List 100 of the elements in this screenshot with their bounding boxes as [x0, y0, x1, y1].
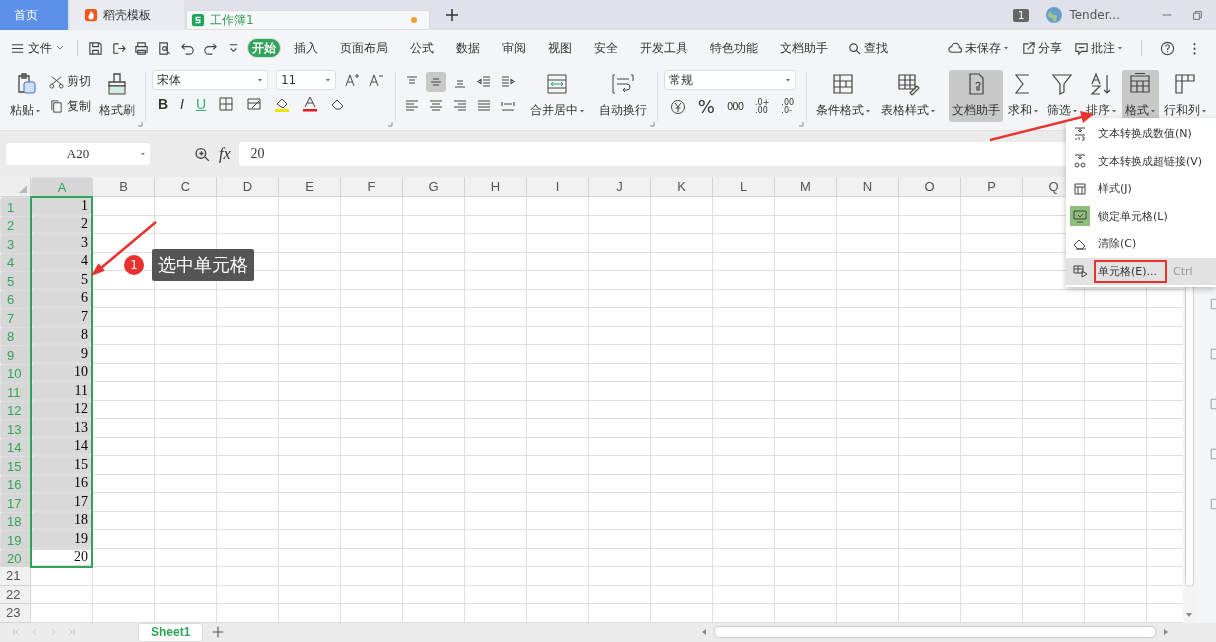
search-label[interactable]: 查找	[864, 39, 888, 57]
dialog-launcher-icon[interactable]	[798, 121, 804, 127]
toolbar-action[interactable]: 未保存	[948, 39, 1009, 57]
file-menu[interactable]: 文件	[10, 39, 65, 57]
ribbon-tab[interactable]: 插入	[285, 37, 327, 59]
decimal-button[interactable]: .0+ .00	[755, 98, 770, 115]
panel-tool-icon[interactable]	[1208, 297, 1216, 311]
window-count-badge[interactable]: 1	[1013, 8, 1030, 22]
font-size-field[interactable]: 11	[276, 70, 336, 90]
wrap-text-button[interactable]: 自动换行	[594, 70, 651, 122]
fill-color-icon[interactable]	[274, 96, 291, 112]
ribbon-tab[interactable]: 页面布局	[331, 37, 397, 59]
add-sheet-icon[interactable]	[211, 625, 226, 640]
percent-button[interactable]: %	[697, 96, 715, 117]
print-icon[interactable]	[134, 40, 149, 56]
number-format-field[interactable]: 常规	[663, 70, 796, 90]
function-label[interactable]: fx	[219, 145, 231, 163]
menu-item[interactable]: 锁定单元格(L)	[1066, 202, 1216, 230]
help-icon[interactable]	[1160, 40, 1175, 56]
format-painter-button[interactable]: 格式刷	[95, 70, 139, 122]
column-header[interactable]: P	[961, 177, 1023, 197]
column-header[interactable]: O	[899, 177, 961, 197]
ribbon-tab[interactable]: 安全	[585, 37, 627, 59]
cell-style-icon[interactable]	[246, 96, 263, 112]
text-style-button[interactable]: I	[180, 96, 184, 112]
decimal-button[interactable]: .00 .0-	[781, 98, 795, 115]
save-icon[interactable]	[88, 40, 103, 56]
dialog-launcher-icon[interactable]	[137, 121, 143, 127]
scroll-right-icon[interactable]	[1162, 628, 1170, 637]
cut-button[interactable]: 剪切	[49, 73, 91, 90]
column-header[interactable]: G	[403, 177, 465, 197]
borders-icon[interactable]	[218, 96, 235, 112]
column-header[interactable]: I	[527, 177, 589, 197]
file-label[interactable]: 文件	[28, 39, 52, 57]
row-header[interactable]: 23	[0, 604, 31, 623]
thousands-button[interactable]: 000	[726, 101, 743, 112]
column-header[interactable]: E	[279, 177, 341, 197]
ribbon-tab[interactable]: 公式	[401, 37, 443, 59]
ribbon-button[interactable]: 求和	[1005, 70, 1042, 122]
export-icon[interactable]	[111, 40, 126, 56]
print-preview-icon[interactable]	[157, 40, 172, 56]
column-header[interactable]: K	[651, 177, 713, 197]
ribbon-tab[interactable]: 开发工具	[631, 37, 697, 59]
panel-tool-icon[interactable]	[1208, 497, 1216, 511]
select-all-icon[interactable]	[18, 184, 28, 194]
toolbar-action[interactable]: 批注	[1074, 39, 1123, 57]
avatar-icon[interactable]	[1045, 6, 1064, 24]
paste-button[interactable]: 粘贴	[6, 70, 45, 122]
name-box[interactable]: A20	[6, 143, 150, 165]
ribbon-tab[interactable]: 审阅	[493, 37, 535, 59]
ribbon-tab[interactable]: 视图	[539, 37, 581, 59]
panel-tool-icon[interactable]	[1208, 347, 1216, 361]
column-header[interactable]: B	[93, 177, 155, 197]
column-header[interactable]: J	[589, 177, 651, 197]
shrink-font-icon[interactable]	[368, 72, 384, 88]
user-name[interactable]: Tender...	[1069, 8, 1120, 22]
column-header[interactable]: L	[713, 177, 775, 197]
horizontal-scrollbar[interactable]	[700, 626, 1170, 639]
dialog-launcher-icon[interactable]	[648, 121, 655, 127]
new-tab-icon[interactable]	[444, 7, 460, 23]
action-label[interactable]: 分享	[1038, 39, 1062, 57]
column-header[interactable]: M	[775, 177, 837, 197]
scroll-left-icon[interactable]	[700, 628, 708, 637]
action-label[interactable]: 批注	[1091, 39, 1115, 57]
panel-tool-icon[interactable]	[1208, 447, 1216, 461]
ribbon-button[interactable]: 文档助手	[949, 70, 1003, 122]
merge-center-button[interactable]: 合并居中	[525, 70, 589, 122]
ribbon-tab[interactable]: 文档助手	[771, 37, 837, 59]
column-header[interactable]: N	[837, 177, 899, 197]
ribbon-tab[interactable]: 数据	[447, 37, 489, 59]
dialog-launcher-icon[interactable]	[386, 121, 393, 127]
font-name-field[interactable]: 宋体	[152, 70, 268, 90]
font-color-icon[interactable]	[302, 96, 319, 112]
copy-button[interactable]: 复制	[49, 98, 91, 115]
scroll-down-icon[interactable]	[1185, 610, 1193, 619]
action-label[interactable]: 未保存	[965, 39, 1001, 57]
column-header[interactable]: F	[341, 177, 403, 197]
sheet-nav-icon[interactable]	[66, 627, 76, 638]
panel-tool-icon[interactable]	[1208, 397, 1216, 411]
document-tab[interactable]: 稻壳模板	[70, 0, 184, 30]
column-header[interactable]: D	[217, 177, 279, 197]
ribbon-tab[interactable]: 特色功能	[701, 37, 767, 59]
column-header[interactable]: H	[465, 177, 527, 197]
menu-item[interactable]: 清除(C)	[1066, 230, 1216, 258]
text-style-button[interactable]: B	[158, 96, 169, 112]
menu-item[interactable]: 文本转换成超链接(V)	[1066, 147, 1216, 175]
zoom-icon[interactable]	[194, 145, 211, 163]
ribbon-button[interactable]: 条件格式	[813, 70, 874, 122]
column-header[interactable]: C	[155, 177, 217, 197]
ribbon-button[interactable]: 行和列	[1161, 70, 1210, 122]
currency-icon[interactable]	[669, 98, 686, 115]
menu-item[interactable]: 文本转换成数值(N)	[1066, 120, 1216, 148]
sheet-nav-icon[interactable]	[12, 627, 22, 638]
toolbar-action[interactable]: 分享	[1021, 39, 1062, 57]
menu-item[interactable]: 单元格(E)... Ctrl	[1066, 257, 1216, 285]
ribbon-button[interactable]: 表格样式	[878, 70, 939, 122]
grow-font-icon[interactable]	[344, 72, 360, 88]
row-header[interactable]: 21	[0, 567, 31, 586]
formula-field[interactable]: 20	[238, 142, 1066, 166]
search-button[interactable]: 查找	[847, 39, 888, 57]
